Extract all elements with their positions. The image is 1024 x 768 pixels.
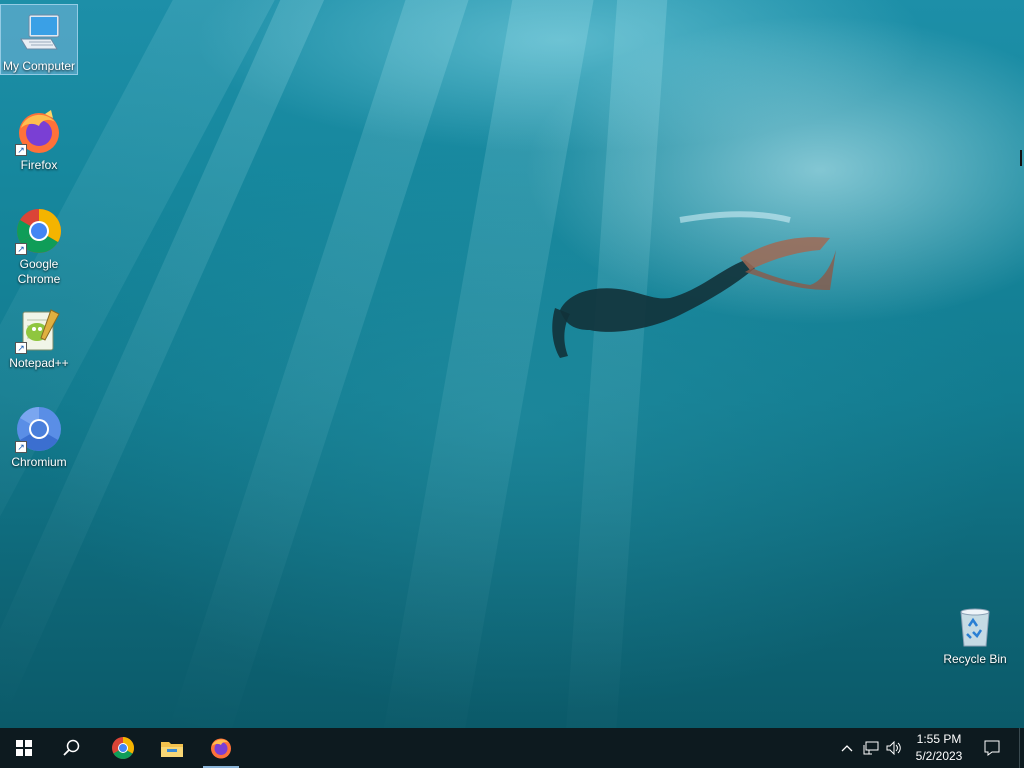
mouse-cursor [1020, 150, 1022, 166]
taskbar-file-explorer[interactable] [148, 728, 196, 768]
show-desktop-button[interactable] [1019, 728, 1024, 768]
desktop-icon-my-computer[interactable]: My Computer [0, 4, 78, 75]
volume-icon [886, 741, 901, 755]
shortcut-arrow-icon: ↗ [15, 441, 27, 453]
volume-button[interactable] [883, 728, 905, 768]
desktop-icon-label: My Computer [2, 59, 76, 73]
firefox-icon [211, 738, 231, 759]
taskbar-firefox[interactable] [197, 728, 245, 768]
chrome-icon [112, 737, 134, 759]
recycle-bin-icon [951, 602, 999, 650]
shortcut-arrow-icon: ↗ [15, 342, 27, 354]
clock-date: 5/2/2023 [915, 749, 963, 763]
desktop-icon-label: Firefox [20, 158, 58, 172]
desktop-wallpaper[interactable]: My Computer ↗ Firefox ↗ Google Chrome ↗ … [0, 0, 1024, 728]
file-explorer-icon [161, 742, 183, 757]
desktop-icon-label: Recycle Bin [943, 652, 1007, 666]
chrome-icon: ↗ [15, 207, 63, 255]
desktop-icon-label: Chromium [11, 455, 67, 469]
desktop-icon-notepad-plus-plus[interactable]: ↗ Notepad++ [1, 302, 77, 371]
firefox-icon: ↗ [15, 108, 63, 156]
start-button[interactable] [0, 728, 48, 768]
computer-icon [15, 9, 63, 57]
desktop-icon-chromium[interactable]: ↗ Chromium [1, 401, 77, 470]
chromium-icon: ↗ [15, 405, 63, 453]
taskbar-clock[interactable]: 1:55 PM 5/2/2023 [904, 731, 974, 765]
action-center-button[interactable] [978, 728, 1006, 768]
desktop-icon-recycle-bin[interactable]: Recycle Bin [937, 598, 1013, 667]
desktop-icon-label: Google Chrome [17, 257, 61, 286]
network-button[interactable] [860, 728, 882, 768]
desktop-icon-google-chrome[interactable]: ↗ Google Chrome [1, 203, 77, 287]
taskbar: 1:55 PM 5/2/2023 [0, 728, 1024, 768]
action-center-icon [984, 740, 1000, 756]
search-button[interactable] [48, 728, 96, 768]
clock-time: 1:55 PM [916, 732, 962, 746]
notepad-plus-plus-icon: ↗ [15, 306, 63, 354]
diver-image [552, 211, 836, 358]
shortcut-arrow-icon: ↗ [15, 243, 27, 255]
start-icon [16, 740, 32, 756]
search-icon [63, 739, 80, 756]
shortcut-arrow-icon: ↗ [15, 144, 27, 156]
desktop-icon-label: Notepad++ [9, 356, 69, 370]
chevron-up-icon [841, 745, 853, 752]
network-icon [863, 741, 879, 755]
desktop-icon-firefox[interactable]: ↗ Firefox [1, 104, 77, 173]
taskbar-chrome[interactable] [99, 728, 147, 768]
show-hidden-icons-button[interactable] [836, 728, 858, 768]
